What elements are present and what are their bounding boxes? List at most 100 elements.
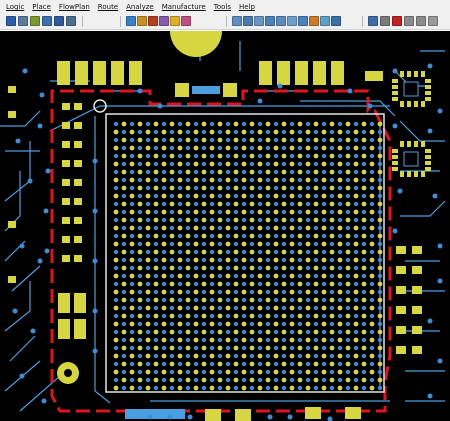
bga-ball <box>289 321 295 327</box>
bga-ball <box>145 305 151 311</box>
pcb-board-view[interactable] <box>0 31 450 421</box>
bga-via <box>369 361 375 367</box>
bga-ball <box>249 137 255 143</box>
move-icon[interactable] <box>368 16 378 26</box>
qfn-pad <box>421 141 425 147</box>
bga-via <box>201 241 207 247</box>
redo-icon[interactable] <box>416 16 426 26</box>
bga-ball <box>121 217 127 223</box>
bga-via <box>209 121 215 127</box>
bga-via <box>305 265 311 271</box>
bga-ball <box>241 241 247 247</box>
bga-via <box>297 193 303 199</box>
color-icon[interactable] <box>331 16 341 26</box>
bga-via <box>377 337 383 343</box>
bga-ball <box>353 289 359 295</box>
bga-via <box>329 289 335 295</box>
bga-ball <box>377 313 383 319</box>
zoom-area-icon[interactable] <box>287 16 297 26</box>
bga-via <box>321 281 327 287</box>
bga-ball <box>369 193 375 199</box>
bga-via <box>361 305 367 311</box>
menu-tools[interactable]: Tools <box>214 0 231 14</box>
bga-via <box>201 257 207 263</box>
pcb-canvas[interactable] <box>0 31 450 421</box>
menu-manufacture[interactable]: Manufacture <box>162 0 206 14</box>
menu-flowplan[interactable]: FlowPlan <box>59 0 90 14</box>
menu-help[interactable]: Help <box>239 0 255 14</box>
bga-ball <box>297 201 303 207</box>
bga-ball <box>145 193 151 199</box>
layers-icon[interactable] <box>18 16 28 26</box>
bga-ball <box>185 281 191 287</box>
bga-via <box>113 153 119 159</box>
bga-via <box>169 353 175 359</box>
bga-via <box>201 177 207 183</box>
bga-ball <box>153 121 159 127</box>
zoom-in-icon[interactable] <box>254 16 264 26</box>
bga-via <box>265 257 271 263</box>
more-icon[interactable] <box>428 16 438 26</box>
menu-analyze[interactable]: Analyze <box>126 0 154 14</box>
zoom-fit-icon[interactable] <box>232 16 242 26</box>
pan-icon[interactable] <box>298 16 308 26</box>
smd-pad <box>8 276 16 283</box>
bga-via <box>249 289 255 295</box>
bga-via <box>145 297 151 303</box>
menu-place[interactable]: Place <box>32 0 51 14</box>
bga-via <box>129 201 135 207</box>
rotate-icon[interactable] <box>380 16 390 26</box>
display-icon[interactable] <box>320 16 330 26</box>
delete-icon[interactable] <box>392 16 402 26</box>
bga-ball <box>289 385 295 391</box>
bga-via <box>353 137 359 143</box>
menu-route[interactable]: Route <box>98 0 118 14</box>
place-icon[interactable] <box>30 16 40 26</box>
globe-icon[interactable] <box>126 16 136 26</box>
bga-via <box>321 233 327 239</box>
bga-via <box>241 345 247 351</box>
bga-via <box>241 217 247 223</box>
undo-icon[interactable] <box>404 16 414 26</box>
qfn-pad <box>400 171 404 177</box>
bga-ball <box>305 161 311 167</box>
zoom-out-icon[interactable] <box>265 16 275 26</box>
bga-via <box>249 273 255 279</box>
trace <box>49 105 390 132</box>
bga-ball <box>233 233 239 239</box>
pen-icon[interactable] <box>159 16 169 26</box>
bga-via <box>353 169 359 175</box>
bga-via <box>153 241 159 247</box>
bga-via <box>321 377 327 383</box>
bga-ball <box>345 121 351 127</box>
zoom-prev-icon[interactable] <box>276 16 286 26</box>
paint-icon[interactable] <box>181 16 191 26</box>
bga-via <box>281 305 287 311</box>
highlight-icon[interactable] <box>309 16 319 26</box>
smd-pad <box>295 61 308 85</box>
bga-via <box>305 361 311 367</box>
zoom-window-icon[interactable] <box>243 16 253 26</box>
bga-ball <box>161 289 167 295</box>
bga-ball <box>233 217 239 223</box>
smd-pad <box>74 236 82 243</box>
bga-ball <box>329 265 335 271</box>
bga-ball <box>233 201 239 207</box>
bga-ball <box>225 193 231 199</box>
window-icon[interactable] <box>66 16 76 26</box>
bga-ball <box>297 233 303 239</box>
grid-icon[interactable] <box>6 16 16 26</box>
bga-via <box>337 377 343 383</box>
add-part-icon[interactable] <box>137 16 147 26</box>
gallery-icon[interactable] <box>54 16 64 26</box>
bga-ball <box>193 193 199 199</box>
bga-ball <box>297 281 303 287</box>
bus-icon[interactable] <box>148 16 158 26</box>
sun-icon[interactable] <box>170 16 180 26</box>
bga-via <box>313 129 319 135</box>
bga-ball <box>377 361 383 367</box>
bga-via <box>177 361 183 367</box>
route-icon[interactable] <box>42 16 52 26</box>
bga-ball <box>273 369 279 375</box>
menu-logic[interactable]: Logic <box>6 0 24 14</box>
